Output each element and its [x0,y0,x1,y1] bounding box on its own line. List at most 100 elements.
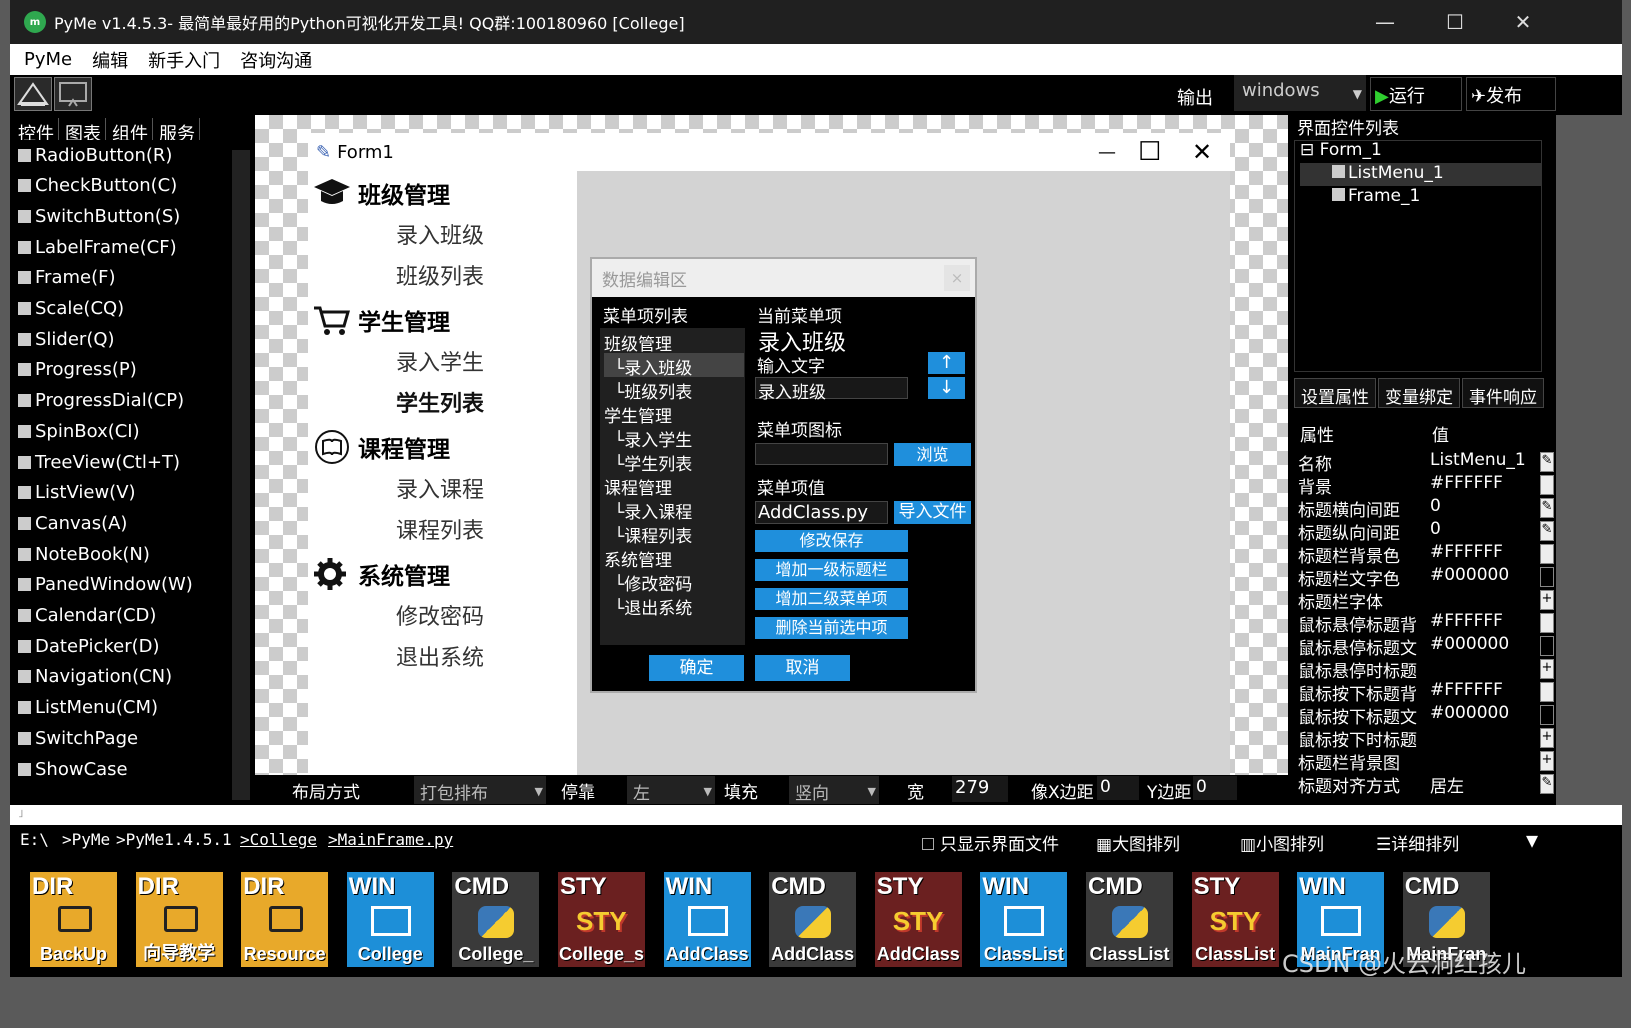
add-level2-button[interactable]: 增加二级菜单项 [755,588,908,610]
menu-group-class[interactable]: 班级管理 [312,173,450,213]
palette-item[interactable]: ShowCase [18,754,208,784]
menu-edit[interactable]: 编辑 [92,47,128,73]
menu-item-add-student[interactable]: 录入学生 [396,345,484,381]
file-icon[interactable]: CMD ClassList [1086,872,1173,967]
palette-item[interactable]: NoteBook(N) [18,539,208,570]
property-edit-button[interactable] [1540,475,1554,495]
property-edit-button[interactable]: + [1540,728,1554,748]
palette-item[interactable]: SwitchButton(S) [18,201,208,232]
palette-item[interactable]: PanedWindow(W) [18,569,208,600]
property-edit-button[interactable]: + [1540,751,1554,771]
property-edit-button[interactable]: ✎ [1540,498,1554,518]
file-icon[interactable]: DIR Resource [241,872,329,967]
tree-group-item[interactable]: 班级管理 [604,330,672,355]
property-edit-button[interactable] [1540,682,1554,702]
tab-variable-binding[interactable]: 变量绑定 [1378,378,1460,408]
menu-item-course-list[interactable]: 课程列表 [396,513,484,549]
palette-item[interactable]: DatePicker(D) [18,631,208,662]
property-row[interactable]: 鼠标悬停标题文 #000000 [1298,634,1538,659]
menu-item-change-password[interactable]: 修改密码 [396,599,484,635]
preview-mode-icon[interactable] [54,77,92,111]
menu-beginner[interactable]: 新手入门 [148,47,220,73]
palette-item[interactable]: TreeView(Ctl+T) [18,447,208,477]
cancel-button[interactable]: 取消 [755,655,850,681]
dropdown-triangle-icon[interactable]: ▼ [1526,828,1538,852]
move-up-button[interactable]: ↑ [928,352,965,374]
path-college[interactable]: >College [240,830,317,849]
publish-button[interactable]: ✈发布 [1466,77,1556,111]
file-icon[interactable]: STY STY ClassList [1191,872,1279,967]
delete-selected-button[interactable]: 删除当前选中项 [755,617,908,639]
palette-item[interactable]: ProgressDial(CP) [18,385,208,416]
tree-child-item[interactable]: └退出系统 [614,594,692,619]
palette-item[interactable]: LabelFrame(CF) [18,232,208,263]
palette-item[interactable]: SpinBox(CI) [18,416,208,447]
property-edit-button[interactable]: ✎ [1540,521,1554,541]
palette-item[interactable]: Frame(F) [18,262,208,293]
menu-item-add-class[interactable]: 录入班级 [396,218,484,254]
maximize-button[interactable]: ☐ [1420,0,1490,44]
tree-node-frame[interactable]: Frame_1 [1332,186,1420,206]
move-down-button[interactable]: ↓ [928,377,965,399]
palette-item[interactable]: RadioButton(R) [18,140,208,170]
menu-item-student-list[interactable]: 学生列表 [396,386,484,422]
form-maximize-button[interactable]: ☐ [1138,137,1161,167]
property-row[interactable]: 标题栏字体 [1298,588,1538,613]
tree-node-form[interactable]: ⊟ Form_1 [1300,140,1382,160]
tree-child-item[interactable]: └班级列表 [614,378,692,403]
browse-button[interactable]: 浏览 [894,443,971,466]
palette-item[interactable]: Progress(P) [18,354,208,385]
palette-item[interactable]: Slider(Q) [18,324,208,355]
form-minimize-button[interactable]: — [1098,142,1116,163]
property-edit-button[interactable] [1540,613,1554,633]
property-row[interactable]: 标题栏文字色 #000000 [1298,565,1538,590]
design-mode-icon[interactable] [14,77,52,111]
input-text-field[interactable]: 录入班级 [755,377,908,403]
property-edit-button[interactable]: + [1540,659,1554,679]
dock-select[interactable]: 左 ▼ [627,776,715,804]
property-row[interactable]: 鼠标按下时标题 [1298,726,1538,751]
file-icon[interactable]: DIR BackUp [30,872,117,967]
menu-pyme[interactable]: PyMe [24,49,72,70]
tree-group-item[interactable]: 系统管理 [604,546,672,571]
palette-scrollbar[interactable] [232,150,250,800]
palette-item[interactable]: CheckButton(C) [18,170,208,201]
path-root[interactable]: E:\ [20,830,49,849]
property-edit-button[interactable]: ✎ [1540,774,1554,794]
detail-view-button[interactable]: ☰详细排列 [1376,830,1459,855]
tree-child-item[interactable]: └录入课程 [614,498,692,523]
property-edit-button[interactable] [1540,636,1554,656]
palette-item[interactable]: ListMenu(CM) [18,692,208,723]
small-icon-view-button[interactable]: ▥小图排列 [1240,830,1324,855]
palette-item[interactable]: Navigation(CN) [18,661,208,692]
output-label[interactable]: 输出 [1177,84,1213,110]
property-edit-button[interactable] [1540,567,1554,587]
property-row[interactable]: 鼠标悬停标题背 #FFFFFF [1298,611,1538,636]
property-edit-button[interactable]: ✎ [1540,452,1554,472]
property-row[interactable]: 标题栏背景图 [1298,749,1538,774]
palette-item[interactable]: Canvas(A) [18,508,208,539]
file-icon[interactable]: WIN College [346,872,434,967]
file-icon[interactable]: CMD College_ [452,872,540,967]
tab-properties[interactable]: 设置属性 [1294,378,1376,408]
menu-value-field[interactable]: AddClass.py [755,501,888,524]
palette-item[interactable]: SwitchPage [18,723,208,754]
menu-item-exit[interactable]: 退出系统 [396,640,484,676]
tab-event-response[interactable]: 事件响应 [1462,378,1544,408]
menu-item-add-course[interactable]: 录入课程 [396,472,484,508]
file-icon[interactable]: WIN AddClass [663,872,751,967]
minimize-button[interactable]: — [1350,0,1420,44]
menu-item-class-list[interactable]: 班级列表 [396,259,484,295]
property-row[interactable]: 鼠标按下标题文 #000000 [1298,703,1538,728]
tree-group-item[interactable]: 学生管理 [604,402,672,427]
width-field[interactable]: 279 [952,776,1008,802]
property-row[interactable]: 名称 ListMenu_1 [1298,450,1538,475]
pady-field[interactable]: 0 [1193,776,1237,800]
property-row[interactable]: 标题横向间距 0 [1298,496,1538,521]
fill-select[interactable]: 竖向 ▼ [789,776,879,804]
tree-group-item[interactable]: 课程管理 [604,474,672,499]
big-icon-view-button[interactable]: ▦大图排列 [1096,830,1180,855]
property-row[interactable]: 背景 #FFFFFF [1298,473,1538,498]
tree-child-item[interactable]: └课程列表 [614,522,692,547]
path-mainframe[interactable]: >MainFrame.py [328,830,453,849]
